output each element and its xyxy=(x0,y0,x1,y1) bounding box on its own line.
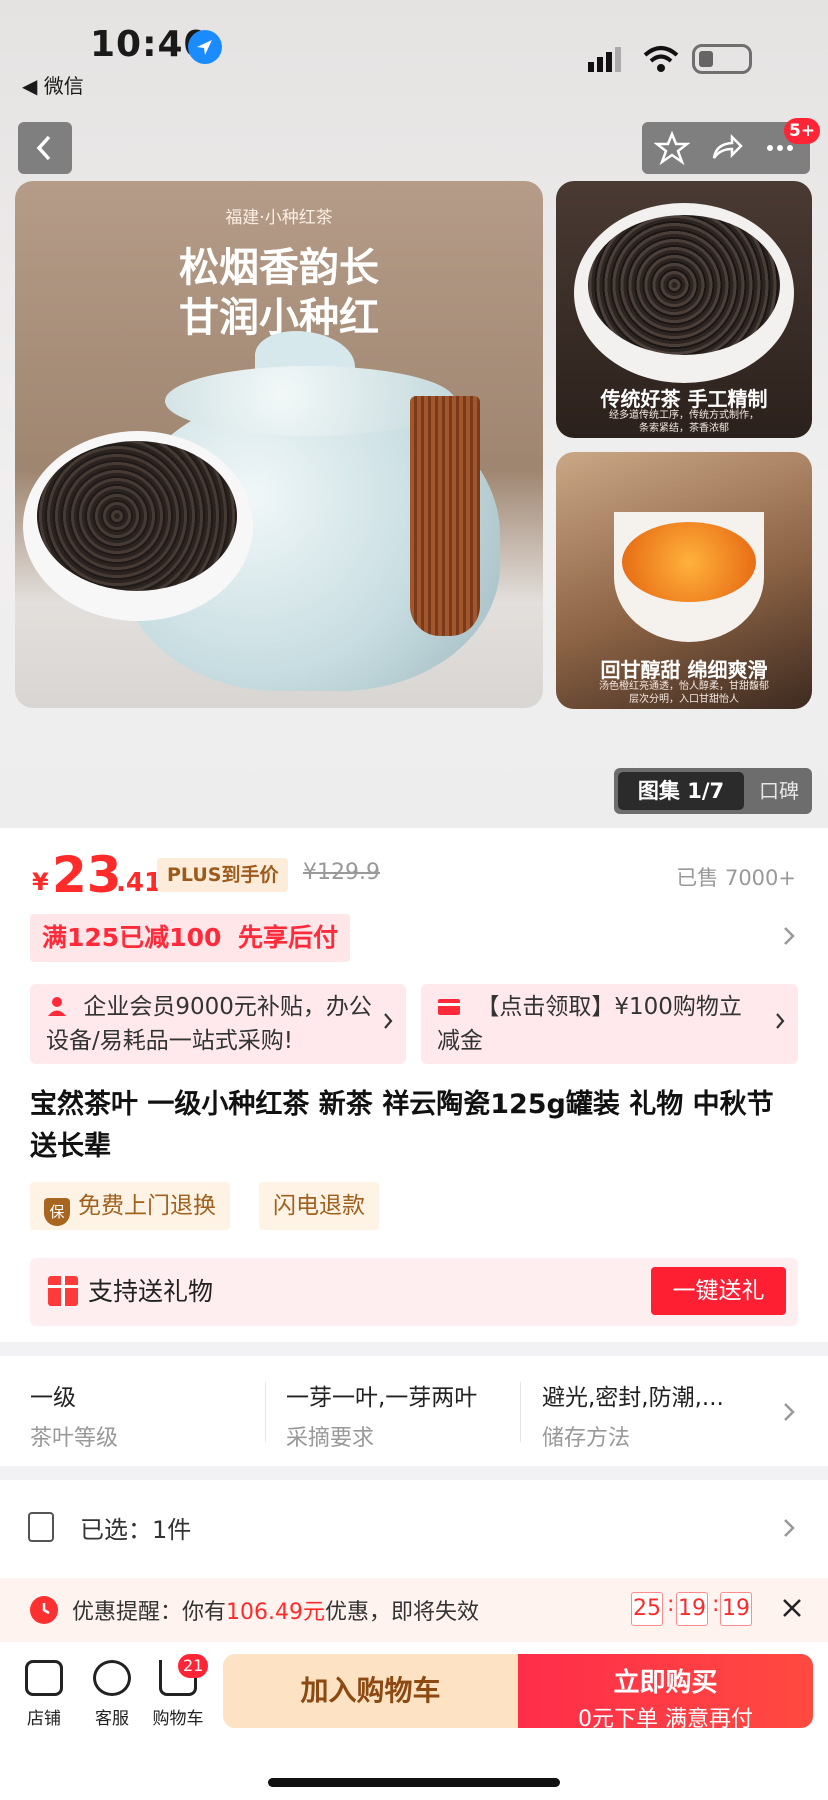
main-product-image[interactable]: 福建·小种红茶 松烟香韵长 甘润小种红 xyxy=(15,181,543,708)
banner-text: 企业会员9000元补贴，办公设备/易耗品一站式采购! xyxy=(46,994,372,1054)
image-subtitle: 福建·小种红茶 xyxy=(225,208,333,228)
buy-now-label: 立即购买 xyxy=(613,1668,718,1698)
free-return-label: 免费上门退换 xyxy=(78,1193,216,1219)
service-label: 客服 xyxy=(95,1709,129,1729)
selected-text: 已选：1件 xyxy=(80,1516,192,1544)
spec-key: 茶叶等级 xyxy=(30,1426,119,1451)
promo-pay-later[interactable]: 先享后付 xyxy=(226,914,351,962)
price-currency: ¥ xyxy=(32,868,49,896)
gallery-tabs: 图集 1/7 口碑 xyxy=(614,768,812,814)
location-icon xyxy=(188,30,222,64)
send-gift-button[interactable]: 一键送礼 xyxy=(651,1267,786,1315)
side-image-leaves[interactable]: 传统好茶 手工精制 经多道传统工序，传统方式制作， 条索紧结，茶香浓郁 xyxy=(556,181,812,438)
side-note: 条索紧结，茶香浓郁 xyxy=(639,423,729,434)
gift-label: 支持送礼物 xyxy=(88,1277,214,1306)
countdown-minutes: 19 xyxy=(676,1592,708,1626)
bottom-bar: 店铺 客服 购物车 21 加入购物车 立即购买 0元下单 满意再付 xyxy=(0,1642,828,1800)
spec-key: 采摘要求 xyxy=(286,1426,375,1451)
wifi-icon xyxy=(642,44,680,74)
discount-reminder: 优惠提醒：你有106.49元优惠，即将失效 25 : 19 : 19 xyxy=(0,1578,828,1642)
countdown-seconds: 19 xyxy=(720,1592,752,1626)
original-price: ¥129.9 xyxy=(303,860,380,885)
store-label: 店铺 xyxy=(27,1709,61,1729)
reminder-amount: 106.49元 xyxy=(226,1600,325,1625)
product-title: 宝然茶叶 一级小种红茶 新茶 祥云陶瓷125g罐装 礼物 中秋节送长辈 xyxy=(30,1089,774,1162)
selection-icon xyxy=(28,1512,54,1542)
side-note: 汤色橙红亮通透，怡人醇柔，甘甜馥郁 xyxy=(599,681,769,692)
enterprise-banner[interactable]: 企业会员9000元补贴，办公设备/易耗品一站式采购! xyxy=(30,984,406,1064)
buy-now-sub: 0元下单 满意再付 xyxy=(578,1707,753,1732)
customer-service-button[interactable]: 客服 xyxy=(82,1660,142,1729)
countdown-hours: 25 xyxy=(631,1592,663,1626)
close-icon[interactable] xyxy=(780,1590,804,1628)
back-to-app[interactable]: ◀ 微信 xyxy=(22,70,84,99)
home-indicator[interactable] xyxy=(268,1778,560,1787)
store-icon xyxy=(25,1660,63,1696)
gift-icon xyxy=(48,1276,78,1306)
chevron-left-icon xyxy=(36,135,51,161)
clock-icon xyxy=(30,1596,58,1624)
fast-refund-badge[interactable]: 闪电退款 xyxy=(259,1182,379,1230)
side-note: 层次分明，入口甘甜怡人 xyxy=(629,694,739,705)
side-image-tea[interactable]: 回甘醇甜 绵细爽滑 汤色橙红亮通透，怡人醇柔，甘甜馥郁 层次分明，入口甘甜怡人 xyxy=(556,452,812,709)
banner-text: 【点击领取】¥100购物立减金 xyxy=(437,994,742,1054)
signal-icon xyxy=(586,44,626,76)
plus-price-tag: PLUS到手价 xyxy=(157,858,289,892)
spec-value: 一芽一叶,一芽两叶 xyxy=(286,1385,478,1411)
spec-value: 一级 xyxy=(30,1385,76,1411)
share-icon[interactable] xyxy=(708,130,744,166)
spec-key: 储存方法 xyxy=(542,1426,631,1451)
free-return-badge[interactable]: 保免费上门退换 xyxy=(30,1182,230,1230)
reminder-text: 优惠提醒：你有106.49元优惠，即将失效 xyxy=(72,1600,480,1625)
person-icon xyxy=(46,994,83,1020)
spec-value: 避光,密封,防潮,... xyxy=(542,1385,724,1411)
selected-row[interactable]: 已选：1件 xyxy=(0,1480,828,1580)
sold-count: 已售 7000+ xyxy=(676,866,796,890)
chevron-right-icon xyxy=(382,1006,394,1040)
divider xyxy=(265,1382,266,1442)
coupon-banner[interactable]: 【点击领取】¥100购物立减金 xyxy=(421,984,798,1064)
back-button[interactable] xyxy=(18,122,72,174)
price-decimal: .41 xyxy=(116,868,163,898)
chevron-right-icon xyxy=(774,1006,786,1040)
gift-row: 支持送礼物 一键送礼 xyxy=(30,1258,798,1326)
tab-gallery[interactable]: 图集 1/7 xyxy=(618,772,744,810)
chevron-right-icon[interactable] xyxy=(782,924,796,955)
chat-icon xyxy=(93,1660,131,1696)
divider xyxy=(520,1382,521,1442)
tea-leaves xyxy=(37,441,237,591)
store-button[interactable]: 店铺 xyxy=(14,1660,74,1729)
cart-label: 购物车 xyxy=(152,1709,204,1729)
side-note: 经多道传统工序，传统方式制作， xyxy=(609,410,759,421)
chevron-right-icon xyxy=(782,1516,796,1544)
shield-icon: 保 xyxy=(44,1198,70,1226)
battery-icon xyxy=(692,44,752,74)
status-bar: 10:40 ◀ 微信 xyxy=(0,0,828,100)
tassel xyxy=(410,396,480,636)
favorite-star-icon[interactable] xyxy=(653,130,691,166)
side-caption: 传统好茶 手工精制 xyxy=(600,387,768,411)
tab-reviews[interactable]: 口碑 xyxy=(750,768,808,814)
price-integer: 23 xyxy=(52,846,122,904)
promo-discount[interactable]: 满125已减100 xyxy=(30,914,234,962)
add-to-cart-button[interactable]: 加入购物车 xyxy=(223,1654,518,1728)
cart-count-badge: 21 xyxy=(178,1654,209,1678)
card-icon xyxy=(437,994,476,1020)
spec-row[interactable]: 一级 茶叶等级 一芽一叶,一芽两叶 采摘要求 避光,密封,防潮,... 储存方法 xyxy=(0,1356,828,1466)
side-caption: 回甘醇甜 绵细爽滑 xyxy=(600,658,768,682)
tea-leaves xyxy=(588,215,780,355)
buy-now-button[interactable]: 立即购买 0元下单 满意再付 xyxy=(518,1654,813,1732)
notification-badge: 5+ xyxy=(784,118,821,144)
chevron-right-icon xyxy=(782,1400,796,1428)
tea-liquor xyxy=(622,522,756,602)
